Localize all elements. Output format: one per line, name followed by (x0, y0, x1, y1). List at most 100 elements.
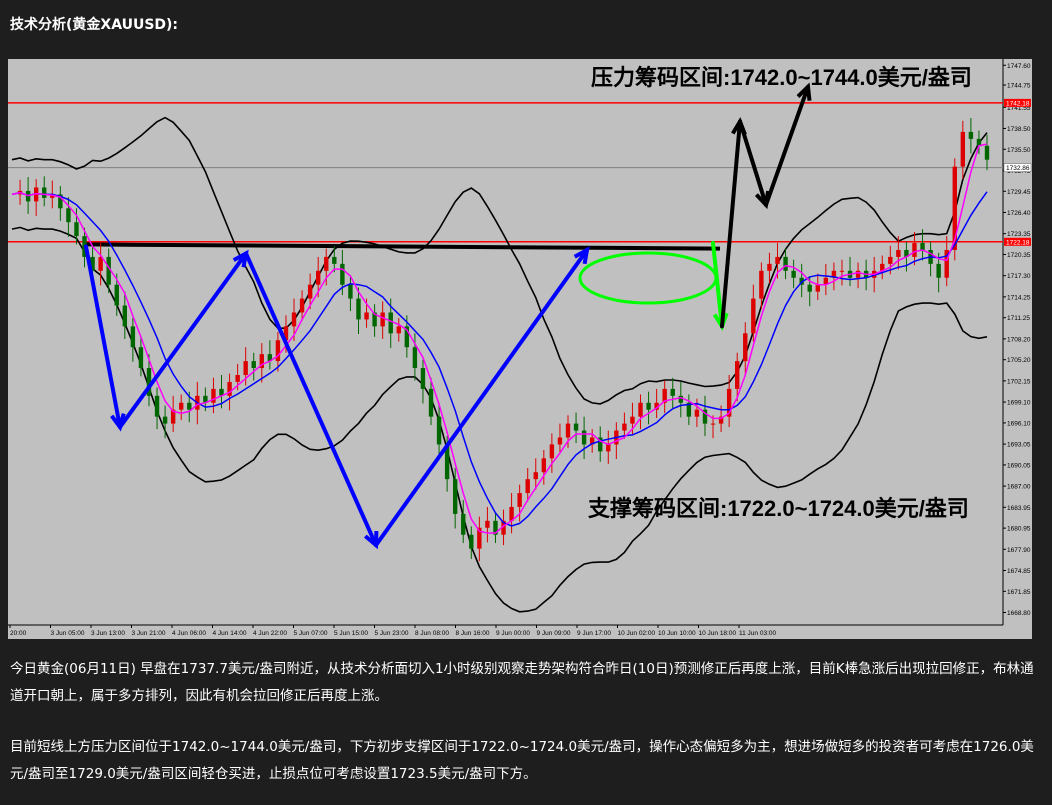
candle-body (138, 347, 144, 369)
y-tick-label: 1702.15 (1007, 378, 1031, 385)
candle-body (251, 361, 256, 369)
candle-body (581, 430, 587, 445)
candle-body (646, 402, 651, 410)
candle-body (388, 312, 393, 334)
candle-body (74, 222, 79, 237)
y-tick-label: 1699.10 (1007, 400, 1031, 407)
y-tick-label: 1671.85 (1007, 589, 1031, 596)
candle-body (364, 312, 369, 320)
x-tick-label: 20:00 (10, 630, 27, 637)
y-tick-label: 1738.50 (1007, 126, 1031, 133)
candle-body (396, 326, 401, 334)
candle-body (839, 270, 845, 272)
x-tick-label: 8 Jun 08:00 (415, 630, 449, 637)
candle-body (243, 361, 248, 375)
candle-body (759, 270, 764, 299)
candle-body (533, 472, 538, 480)
x-tick-label: 9 Jun 00:00 (496, 630, 530, 637)
y-tick-label: 1705.20 (1007, 357, 1031, 364)
candle-body (316, 270, 321, 285)
x-tick-label: 9 Jun 09:00 (537, 630, 571, 637)
y-tick-label: 1668.80 (1007, 610, 1031, 617)
y-tick-label: 1696.10 (1007, 420, 1031, 427)
candle-body (307, 284, 313, 299)
y-tick-label: 1680.95 (1007, 526, 1031, 533)
candle-body (291, 312, 297, 327)
y-tick-label: 1708.20 (1007, 336, 1031, 343)
candle-body (130, 326, 136, 348)
candle-body (670, 388, 675, 396)
support-annotation: 支撑筹码区间:1722.0~1724.0美元/盎司 (588, 496, 969, 521)
candle-body (66, 208, 71, 223)
candle-body (235, 374, 240, 382)
x-tick-label: 4 Jun 22:00 (253, 630, 287, 637)
y-tick-label: 1747.60 (1007, 63, 1031, 70)
candle-body (549, 444, 555, 459)
candle-body (412, 347, 418, 369)
y-tick-label: 1711.25 (1007, 315, 1030, 322)
section-heading: 技术分析(黄金XAUUSD): (10, 17, 179, 33)
resistance-annotation: 压力筹码区间:1742.0~1744.0美元/盎司 (591, 65, 972, 90)
y-tick-label: 1693.05 (1007, 442, 1031, 449)
candle-body (380, 312, 385, 327)
x-tick-label: 8 Jun 16:00 (456, 630, 490, 637)
candle-body (436, 416, 442, 445)
x-tick-label: 5 Jun 15:00 (334, 630, 368, 637)
candle-body (606, 444, 611, 452)
x-tick-label: 10 Jun 10:00 (658, 630, 696, 637)
candle-body (775, 256, 780, 264)
candle-body (428, 388, 434, 417)
candle-body (525, 479, 530, 494)
analysis-paragraph-2: 目前短线上方压力区间位于1742.0~1744.0美元/盎司，下方初步支撑区间于… (10, 739, 1034, 782)
y-tick-label: 1735.50 (1007, 147, 1031, 154)
candle-body (275, 340, 281, 362)
y-tick-label: 1717.30 (1007, 273, 1031, 280)
candle-body (541, 458, 547, 473)
candle-body (340, 263, 345, 285)
candle-body (960, 131, 966, 167)
candle-body (299, 298, 305, 313)
y-tick-label: 1723.35 (1007, 231, 1031, 238)
x-tick-label: 3 Jun 21:00 (132, 630, 166, 637)
y-tick-label: 1714.25 (1007, 294, 1031, 301)
y-tick-label: 1720.35 (1007, 252, 1031, 259)
candle-body (98, 256, 103, 271)
price-tag-label: 1732.86 (1006, 165, 1030, 172)
y-tick-label: 1687.00 (1007, 484, 1031, 491)
candle-body (694, 409, 700, 417)
candle-body (815, 284, 820, 292)
candle-body (485, 520, 490, 528)
candle-body (710, 423, 716, 425)
candle-body (896, 249, 901, 257)
candle-body (469, 534, 474, 549)
candle-body (348, 284, 353, 299)
y-tick-label: 1729.45 (1007, 189, 1031, 196)
y-tick-label: 1683.95 (1007, 505, 1031, 512)
x-tick-label: 4 Jun 14:00 (213, 630, 247, 637)
candle-body (452, 479, 458, 514)
x-tick-label: 3 Jun 13:00 (91, 630, 125, 637)
candle-body (420, 368, 426, 389)
candle-body (573, 423, 579, 431)
price-chart: 1747.601744.751741.551738.501735.501732.… (8, 59, 1032, 639)
y-tick-label: 1690.05 (1007, 462, 1031, 469)
plot-area (8, 59, 1003, 639)
candle-body (767, 263, 772, 271)
x-tick-label: 10 Jun 18:00 (699, 630, 737, 637)
y-tick-label: 1744.75 (1007, 83, 1031, 90)
candle-body (187, 402, 192, 410)
x-tick-label: 3 Jun 05:00 (51, 630, 85, 637)
y-tick-label: 1726.40 (1007, 210, 1031, 217)
candle-body (154, 395, 160, 417)
candle-body (179, 402, 184, 410)
candle-body (42, 187, 47, 198)
candle-body (984, 145, 990, 160)
x-tick-label: 5 Jun 07:00 (294, 630, 328, 637)
candle-body (920, 243, 925, 250)
candle-body (162, 416, 168, 424)
chart-svg: 1747.601744.751741.551738.501735.501732.… (8, 59, 1032, 639)
candle-body (783, 256, 788, 271)
x-tick-label: 9 Jun 17:00 (577, 630, 611, 637)
price-tag-label: 1742.18 (1006, 100, 1030, 107)
candle-body (122, 305, 128, 327)
